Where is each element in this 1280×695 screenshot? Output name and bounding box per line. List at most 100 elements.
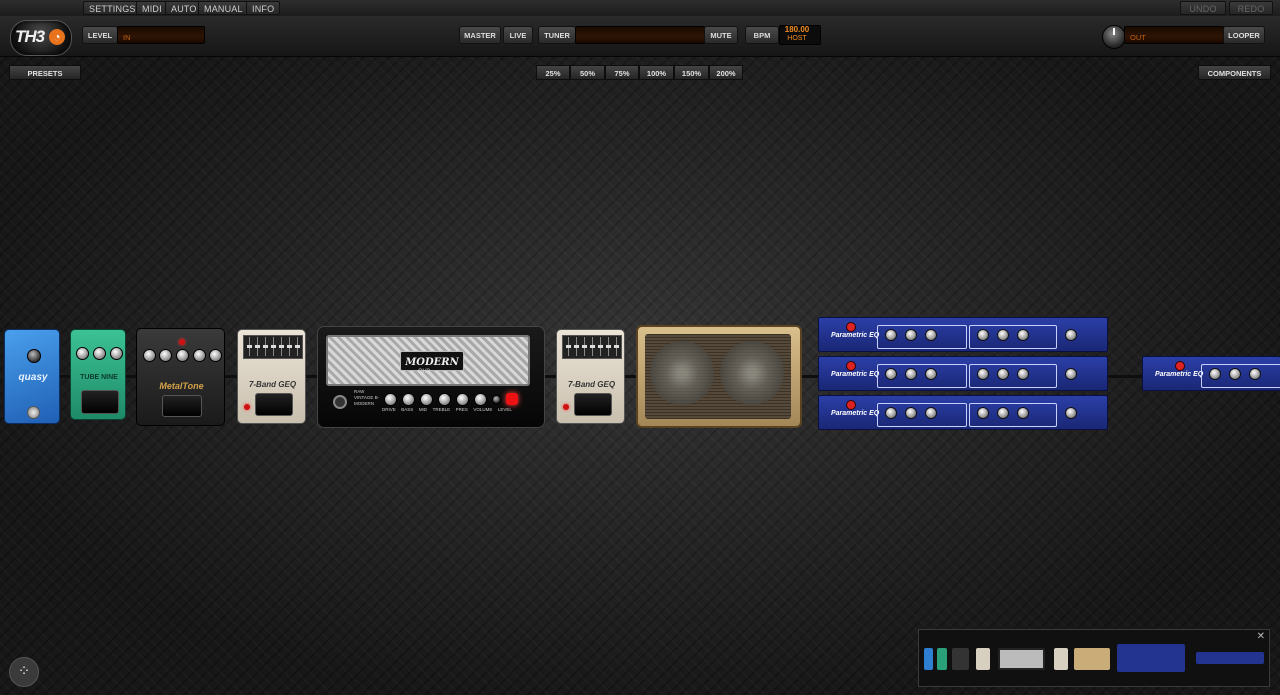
mute-button[interactable]: MUTE bbox=[704, 26, 738, 44]
knob[interactable] bbox=[1065, 407, 1077, 419]
compressor-name: Quasy bbox=[18, 372, 48, 383]
share-icon[interactable]: ⁘ bbox=[9, 657, 39, 687]
compressor-footswitch[interactable] bbox=[27, 406, 40, 419]
amp-bass-knob[interactable] bbox=[402, 393, 415, 406]
geq1-footswitch[interactable] bbox=[255, 393, 293, 416]
sustain-knob[interactable] bbox=[27, 349, 41, 363]
speaker-cabinet[interactable] bbox=[636, 325, 802, 428]
signal-chain-overview[interactable]: ✕ bbox=[918, 629, 1270, 687]
knob[interactable] bbox=[1209, 368, 1221, 380]
undo-button[interactable]: UNDO bbox=[1180, 1, 1226, 15]
amp-mid-knob[interactable] bbox=[420, 393, 433, 406]
amp-mode-switch[interactable]: RAW VINTAGE B-MODERN bbox=[354, 389, 382, 407]
workspace-canvas[interactable]: PRESETS COMPONENTS 25% 50% 75% 100% 150%… bbox=[0, 57, 1280, 695]
metaltone-footswitch[interactable] bbox=[162, 395, 202, 417]
zoom-100-button[interactable]: 100% bbox=[639, 65, 674, 80]
mini-metaltone bbox=[952, 648, 969, 670]
parametric-eq-rack-3[interactable]: Parametric EQ bbox=[818, 395, 1108, 430]
menu-settings[interactable]: SETTINGS bbox=[83, 1, 142, 15]
menu-auto[interactable]: AUTO bbox=[165, 1, 203, 15]
knob[interactable] bbox=[925, 407, 937, 419]
knob[interactable] bbox=[905, 368, 917, 380]
amp-treble-knob[interactable] bbox=[438, 393, 451, 406]
knob[interactable] bbox=[1017, 407, 1029, 419]
low-knob[interactable] bbox=[159, 349, 172, 362]
peq3-power-button[interactable] bbox=[846, 400, 856, 410]
knob[interactable] bbox=[977, 329, 989, 341]
amp-volume-knob[interactable] bbox=[474, 393, 487, 406]
parametric-eq-rack-4[interactable]: Parametric EQ bbox=[1142, 356, 1280, 391]
drive-knob[interactable] bbox=[76, 347, 89, 360]
knob[interactable] bbox=[997, 368, 1009, 380]
parametric-eq-rack-1[interactable]: Parametric EQ bbox=[818, 317, 1108, 352]
metaltone-pedal[interactable]: MetalTone bbox=[136, 328, 225, 426]
amp-presence-knob[interactable] bbox=[456, 393, 469, 406]
knob[interactable] bbox=[997, 407, 1009, 419]
in-label: IN bbox=[123, 33, 131, 42]
tuner-button[interactable]: TUNER bbox=[538, 26, 576, 44]
geq2-footswitch[interactable] bbox=[574, 393, 612, 416]
menu-manual[interactable]: MANUAL bbox=[198, 1, 249, 15]
live-button[interactable]: LIVE bbox=[503, 26, 533, 44]
geq1-sliders[interactable] bbox=[243, 335, 303, 359]
knob[interactable] bbox=[1249, 368, 1261, 380]
menu-info[interactable]: INFO bbox=[246, 1, 281, 15]
tubedrive-footswitch[interactable] bbox=[81, 390, 119, 414]
menu-midi[interactable]: MIDI bbox=[136, 1, 168, 15]
amp-knob-labels: DRIVE BASS MID TREBLE PRES VOLUME LEVEL bbox=[382, 407, 512, 412]
peq4-power-button[interactable] bbox=[1175, 361, 1185, 371]
cable bbox=[224, 375, 238, 378]
components-button[interactable]: COMPONENTS bbox=[1198, 65, 1271, 80]
geq2-sliders[interactable] bbox=[562, 335, 622, 359]
master-button[interactable]: MASTER bbox=[459, 26, 501, 44]
knob[interactable] bbox=[1017, 329, 1029, 341]
geq-pedal-2[interactable]: 7-Band GEQ bbox=[556, 329, 625, 424]
level-knob[interactable] bbox=[110, 347, 123, 360]
knob[interactable] bbox=[925, 329, 937, 341]
knob[interactable] bbox=[1065, 368, 1077, 380]
knob[interactable] bbox=[977, 407, 989, 419]
level-button[interactable]: LEVEL bbox=[82, 26, 118, 44]
transport-header: TH3 ◔ LEVEL IN MASTER LIVE TUNER MUTE BP… bbox=[0, 16, 1280, 57]
redo-button[interactable]: REDO bbox=[1229, 1, 1273, 15]
close-icon[interactable]: ✕ bbox=[1257, 631, 1265, 642]
zoom-200-button[interactable]: 200% bbox=[709, 65, 743, 80]
knob[interactable] bbox=[885, 329, 897, 341]
zoom-50-button[interactable]: 50% bbox=[570, 65, 605, 80]
metaltone-level-knob[interactable] bbox=[209, 349, 222, 362]
bpm-button[interactable]: BPM bbox=[745, 26, 779, 44]
knob[interactable] bbox=[885, 407, 897, 419]
geq-pedal-1[interactable]: 7-Band GEQ bbox=[237, 329, 306, 424]
zoom-75-button[interactable]: 75% bbox=[605, 65, 639, 80]
tone-knob[interactable] bbox=[93, 347, 106, 360]
knob[interactable] bbox=[905, 407, 917, 419]
knob[interactable] bbox=[997, 329, 1009, 341]
knob[interactable] bbox=[1017, 368, 1029, 380]
knob[interactable] bbox=[905, 329, 917, 341]
looper-button[interactable]: LOOPER bbox=[1223, 26, 1265, 44]
peq1-power-button[interactable] bbox=[846, 322, 856, 332]
amp-drive-knob[interactable] bbox=[384, 393, 397, 406]
bpm-value: 180.00 bbox=[784, 25, 810, 34]
zoom-25-button[interactable]: 25% bbox=[536, 65, 570, 80]
parametric-eq-rack-2[interactable]: Parametric EQ bbox=[818, 356, 1108, 391]
knob[interactable] bbox=[1065, 329, 1077, 341]
tubedrive-pedal[interactable]: TUBE NINE bbox=[70, 329, 126, 420]
mid-knob[interactable] bbox=[176, 349, 189, 362]
high-knob[interactable] bbox=[193, 349, 206, 362]
dist-knob[interactable] bbox=[143, 349, 156, 362]
output-level-knob[interactable] bbox=[1102, 25, 1126, 49]
zoom-150-button[interactable]: 150% bbox=[674, 65, 709, 80]
mini-geq1 bbox=[976, 648, 990, 670]
amp-level-knob[interactable] bbox=[492, 395, 501, 404]
amp-head[interactable]: MODERN CH3 RAW VINTAGE B-MODERN DRIVE BAS… bbox=[317, 326, 545, 428]
peq2-power-button[interactable] bbox=[846, 361, 856, 371]
amp-power-light[interactable] bbox=[506, 393, 518, 405]
knob[interactable] bbox=[885, 368, 897, 380]
peq4-name: Parametric EQ bbox=[1155, 371, 1204, 378]
compressor-pedal[interactable]: Quasy bbox=[4, 329, 60, 424]
knob[interactable] bbox=[977, 368, 989, 380]
presets-button[interactable]: PRESETS bbox=[9, 65, 81, 80]
knob[interactable] bbox=[925, 368, 937, 380]
knob[interactable] bbox=[1229, 368, 1241, 380]
